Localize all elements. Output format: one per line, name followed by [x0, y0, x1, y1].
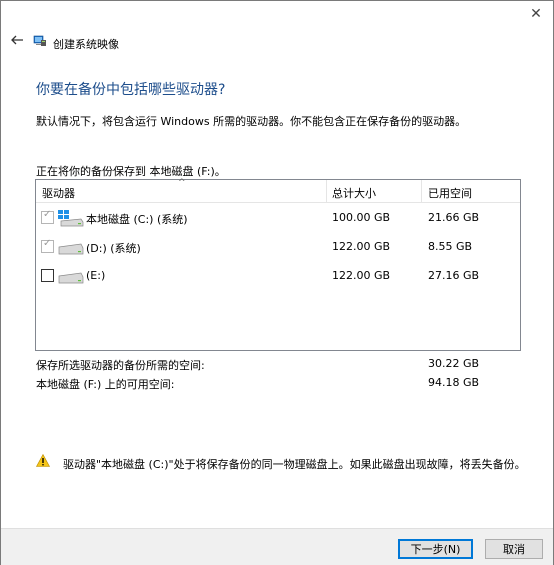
drive-used-space: 21.66 GB: [428, 211, 480, 224]
list-header: ^ 驱动器 总计大小 已用空间: [36, 178, 520, 203]
drive-icon: [58, 272, 84, 284]
footer-bar: 下一步(N) 取消: [1, 528, 553, 565]
drive-name: (E:): [86, 269, 106, 282]
drive-row-e[interactable]: (E:) 122.00 GB 27.16 GB: [36, 264, 520, 288]
cancel-button[interactable]: 取消: [485, 539, 543, 559]
required-space-label: 保存所选驱动器的备份所需的空间:: [36, 359, 205, 372]
drive-used-space: 27.16 GB: [428, 269, 480, 282]
drive-checkbox-c[interactable]: [41, 209, 54, 224]
drive-total-size: 122.00 GB: [332, 269, 391, 282]
column-separator[interactable]: [421, 180, 422, 202]
column-separator[interactable]: [326, 180, 327, 202]
next-button[interactable]: 下一步(N): [398, 539, 473, 559]
drive-row-c[interactable]: 本地磁盘 (C:) (系统) 100.00 GB 21.66 GB: [36, 206, 520, 230]
available-space-label: 本地磁盘 (F:) 上的可用空间:: [36, 378, 175, 391]
system-image-icon: [33, 35, 46, 46]
drive-row-d[interactable]: (D:) (系统) 122.00 GB 8.55 GB: [36, 235, 520, 259]
required-space-value: 30.22 GB: [428, 357, 480, 370]
drive-total-size: 100.00 GB: [332, 211, 391, 224]
available-space-value: 94.18 GB: [428, 376, 480, 389]
drive-checkbox-e[interactable]: [41, 269, 54, 282]
app-title: 创建系统映像: [53, 38, 119, 51]
warning-text: 驱动器"本地磁盘 (C:)"处于将保存备份的同一物理磁盘上。如果此磁盘出现故障，…: [63, 458, 526, 471]
warning-icon: [36, 454, 50, 467]
column-header-used-space[interactable]: 已用空间: [428, 185, 472, 201]
arrow-left-icon[interactable]: [9, 32, 25, 48]
windows-drive-icon: [58, 210, 84, 227]
column-header-drive[interactable]: 驱动器: [42, 185, 75, 201]
page-heading: 你要在备份中包括哪些驱动器?: [36, 82, 226, 98]
sort-indicator-icon: ^: [178, 178, 186, 188]
dialog-window: ✕ 创建系统映像 你要在备份中包括哪些驱动器? 默认情况下，将包含运行 Wind…: [0, 0, 554, 565]
drive-name: (D:) (系统): [86, 242, 141, 255]
drive-icon: [58, 243, 84, 255]
close-icon: ✕: [530, 6, 542, 22]
drive-used-space: 8.55 GB: [428, 240, 473, 253]
drive-total-size: 122.00 GB: [332, 240, 391, 253]
drive-name: 本地磁盘 (C:) (系统): [86, 213, 188, 226]
column-header-total-size[interactable]: 总计大小: [332, 185, 376, 201]
close-button[interactable]: ✕: [525, 5, 547, 23]
description-text: 默认情况下，将包含运行 Windows 所需的驱动器。你不能包含正在保存备份的驱…: [36, 115, 467, 128]
save-location-text: 正在将你的备份保存到 本地磁盘 (F:)。: [36, 165, 226, 178]
drive-checkbox-d[interactable]: [41, 238, 54, 253]
drive-list[interactable]: ^ 驱动器 总计大小 已用空间 本地磁盘 (C:) (系统) 100.00 GB…: [35, 178, 521, 351]
